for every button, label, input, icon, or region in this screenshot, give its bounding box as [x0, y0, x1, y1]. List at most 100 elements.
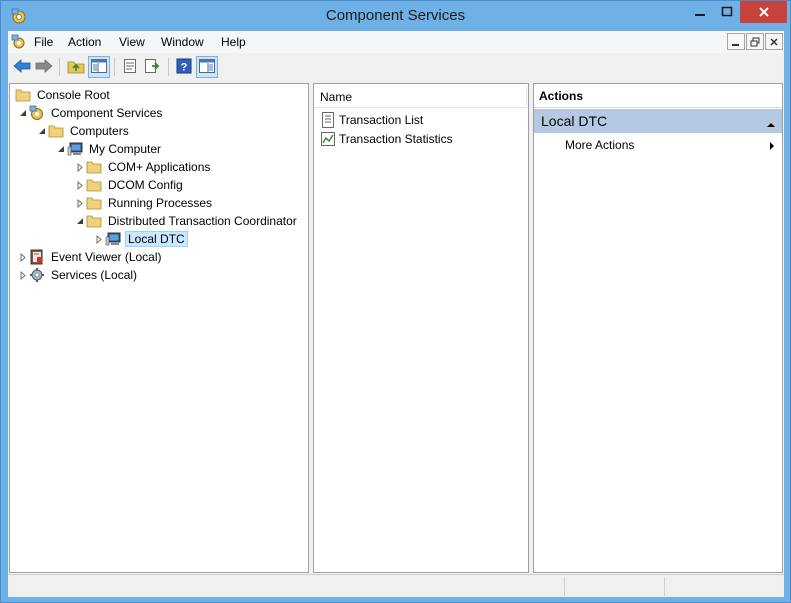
tree-item-label: Component Services [51, 106, 163, 120]
mdi-controls [727, 33, 783, 50]
tree-item-local-dtc[interactable]: Local DTC [94, 230, 188, 248]
folder-icon [86, 213, 102, 229]
back-button[interactable] [11, 56, 33, 78]
status-bar [8, 574, 784, 596]
show-hide-action-pane-icon [199, 58, 215, 76]
close-button[interactable] [740, 1, 787, 23]
tree-item-services[interactable]: Services (Local) [18, 266, 139, 284]
properties-button[interactable] [119, 56, 141, 78]
menu-view[interactable]: View [119, 35, 145, 49]
actions-section-local-dtc[interactable]: Local DTC [534, 109, 782, 133]
collapse-arrow-icon[interactable] [18, 104, 28, 122]
tree-item-distributed-transaction-coordinator[interactable]: Distributed Transaction Coordinator [75, 212, 299, 230]
event-viewer-icon [29, 249, 45, 265]
expand-arrow-icon[interactable] [94, 230, 104, 248]
folder-icon [86, 159, 102, 175]
up-one-level-button[interactable] [65, 56, 87, 78]
expand-arrow-icon[interactable] [75, 158, 85, 176]
show-hide-action-pane-button[interactable] [196, 56, 218, 78]
window-title: Component Services [325, 7, 466, 24]
tree-item-computers[interactable]: Computers [37, 122, 131, 140]
status-bar-divider [564, 577, 565, 596]
expand-arrow-icon[interactable] [18, 266, 28, 284]
column-divider[interactable] [526, 86, 527, 106]
list-item-label: Transaction List [339, 113, 424, 127]
actions-section-title: Local DTC [541, 113, 608, 129]
minimize-button[interactable] [685, 1, 714, 23]
component-services-icon [29, 105, 45, 121]
mmc-system-menu-icon[interactable] [11, 34, 27, 50]
help-button[interactable]: ? [173, 56, 195, 78]
expand-arrow-icon[interactable] [18, 248, 28, 266]
up-folder-icon [67, 58, 85, 77]
folder-icon [48, 123, 64, 139]
tree-item-console-root[interactable]: Console Root [15, 86, 112, 104]
console-tree-pane[interactable]: Console Root Component Services Computer… [9, 83, 309, 573]
list-item-transaction-statistics[interactable]: Transaction Statistics [320, 130, 453, 148]
expand-arrow-icon[interactable] [75, 194, 85, 212]
tree-item-my-computer[interactable]: My Computer [56, 140, 163, 158]
export-list-icon [144, 58, 162, 77]
status-bar-divider [664, 577, 665, 596]
maximize-button[interactable] [714, 1, 740, 23]
menu-file[interactable]: File [34, 35, 53, 49]
app-window: Component Services File Action View Wind… [0, 0, 791, 603]
tree-item-running-processes[interactable]: Running Processes [75, 194, 214, 212]
toolbar: ? [8, 53, 784, 80]
forward-button[interactable] [33, 56, 55, 78]
toolbar-separator [114, 58, 115, 76]
export-list-button[interactable] [142, 56, 164, 78]
title-bar[interactable]: Component Services [1, 1, 790, 31]
list-item-transaction-list[interactable]: Transaction List [320, 111, 423, 129]
expand-arrow-icon[interactable] [75, 176, 85, 194]
tree-item-label: My Computer [89, 142, 162, 156]
actions-header-label: Actions [539, 89, 584, 103]
toolbar-separator [168, 58, 169, 76]
show-hide-console-tree-button[interactable] [88, 56, 110, 78]
tree-item-component-services[interactable]: Component Services [18, 104, 164, 122]
list-item-label: Transaction Statistics [339, 132, 453, 146]
show-hide-tree-icon [91, 58, 107, 76]
collapse-arrow-icon[interactable] [75, 212, 85, 230]
results-list-pane[interactable]: Name Transaction List Transaction Statis… [313, 83, 529, 573]
tree-item-label: Services (Local) [51, 268, 138, 282]
tree-item-com-applications[interactable]: COM+ Applications [75, 158, 212, 176]
collapse-arrow-icon[interactable] [37, 122, 47, 140]
tree-item-label: COM+ Applications [108, 160, 211, 174]
tree-item-label: Event Viewer (Local) [51, 250, 162, 264]
collapse-caret-icon[interactable] [766, 117, 776, 131]
list-document-icon [320, 112, 336, 128]
collapse-arrow-icon[interactable] [56, 140, 66, 158]
column-header-label: Name [320, 90, 353, 104]
computer-icon [105, 231, 121, 247]
actions-header: Actions [534, 84, 782, 108]
tree-item-label: Distributed Transaction Coordinator [108, 214, 297, 228]
mdi-restore-button[interactable] [746, 33, 764, 50]
mdi-minimize-button[interactable] [727, 33, 745, 50]
more-actions-link[interactable]: More Actions [565, 138, 634, 152]
properties-icon [122, 58, 138, 77]
help-icon: ? [176, 58, 192, 77]
tree-item-label-selected: Local DTC [125, 231, 188, 247]
menu-bar: File Action View Window Help [8, 31, 784, 53]
tree-item-event-viewer[interactable]: Event Viewer (Local) [18, 248, 164, 266]
menu-help[interactable]: Help [221, 35, 246, 49]
mdi-close-button[interactable] [765, 33, 783, 50]
forward-arrow-icon [35, 58, 53, 76]
menu-action[interactable]: Action [68, 35, 101, 49]
folder-icon [15, 87, 31, 103]
folder-icon [86, 177, 102, 193]
tree-item-label: Running Processes [108, 196, 213, 210]
client-area: File Action View Window Help ? Console R… [8, 31, 784, 597]
menu-window[interactable]: Window [161, 35, 204, 49]
tree-item-label: Console Root [37, 88, 110, 102]
tree-item-dcom-config[interactable]: DCOM Config [75, 176, 185, 194]
statistics-chart-icon [320, 131, 336, 147]
column-header-name[interactable]: Name [314, 84, 528, 108]
actions-pane: Actions Local DTC More Actions [533, 83, 783, 573]
tree-item-label: Computers [70, 124, 129, 138]
submenu-arrow-icon[interactable] [769, 140, 775, 154]
toolbar-separator [59, 58, 60, 76]
tree-item-label: DCOM Config [108, 178, 183, 192]
computer-icon [67, 141, 83, 157]
